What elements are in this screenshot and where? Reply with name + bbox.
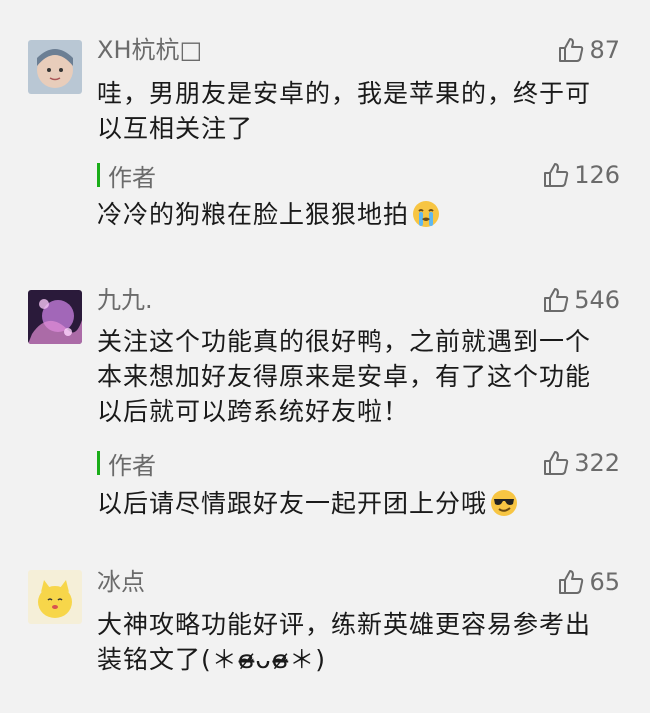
thumbs-up-icon: [559, 570, 584, 594]
comment-1: XH杭杭□ 87 哇，男朋友是安卓的，我是苹果的，终于可以互相关注了 作者 12…: [0, 0, 650, 270]
like-button[interactable]: 65: [557, 566, 620, 598]
sunglasses-face-emoji: [491, 490, 518, 516]
author-reply-header: 作者: [97, 448, 156, 480]
reply-like-count: 126: [574, 161, 620, 189]
thumbs-up-icon: [544, 451, 569, 475]
reply-indicator-bar: [97, 163, 100, 187]
thumbs-up-icon: [544, 288, 569, 312]
reply-text-content: 以后请尽情跟好友一起开团上分哦: [97, 489, 488, 518]
like-count: 65: [589, 568, 620, 596]
reply-text: 冷冷的狗粮在脸上狠狠地拍: [97, 197, 607, 232]
avatar[interactable]: [28, 570, 82, 624]
reply-author: 作者: [108, 163, 156, 192]
reply-author: 作者: [108, 451, 156, 480]
thumbs-up-icon: [559, 38, 584, 62]
comment-3: 冰点 65 大神攻略功能好评，练新英雄更容易参考出装铭文了(＊ɞ̴̶̷ᴗɞ̴̶̷…: [0, 555, 650, 713]
username[interactable]: 冰点: [97, 567, 145, 597]
thumbs-up-icon: [544, 163, 569, 187]
comment-text: 大神攻略功能好评，练新英雄更容易参考出装铭文了(＊ɞ̴̶̷ᴗɞ̴̶̷＊): [97, 610, 592, 674]
avatar[interactable]: [28, 40, 82, 94]
like-count: 546: [574, 286, 620, 314]
reply-like-button[interactable]: 322: [542, 447, 620, 479]
crying-face-emoji: [413, 201, 440, 227]
like-button[interactable]: 87: [557, 34, 620, 66]
reply-indicator-bar: [97, 451, 100, 475]
reply-text-content: 冷冷的狗粮在脸上狠狠地拍: [97, 200, 410, 229]
author-reply-header: 作者: [97, 160, 156, 192]
comment-2: 九九. 546 关注这个功能真的很好鸭，之前就遇到一个本来想加好友得原来是安卓，…: [0, 270, 650, 555]
reply-like-count: 322: [574, 449, 620, 477]
like-count: 87: [589, 36, 620, 64]
reply-like-button[interactable]: 126: [542, 159, 620, 191]
reply-text: 以后请尽情跟好友一起开团上分哦: [97, 486, 607, 521]
avatar[interactable]: [28, 290, 82, 344]
username[interactable]: 九九.: [97, 285, 153, 315]
username[interactable]: XH杭杭□: [97, 35, 202, 65]
comment-text: 哇，男朋友是安卓的，我是苹果的，终于可以互相关注了: [97, 79, 592, 143]
like-button[interactable]: 546: [542, 284, 620, 316]
comment-text: 关注这个功能真的很好鸭，之前就遇到一个本来想加好友得原来是安卓，有了这个功能以后…: [97, 327, 592, 426]
